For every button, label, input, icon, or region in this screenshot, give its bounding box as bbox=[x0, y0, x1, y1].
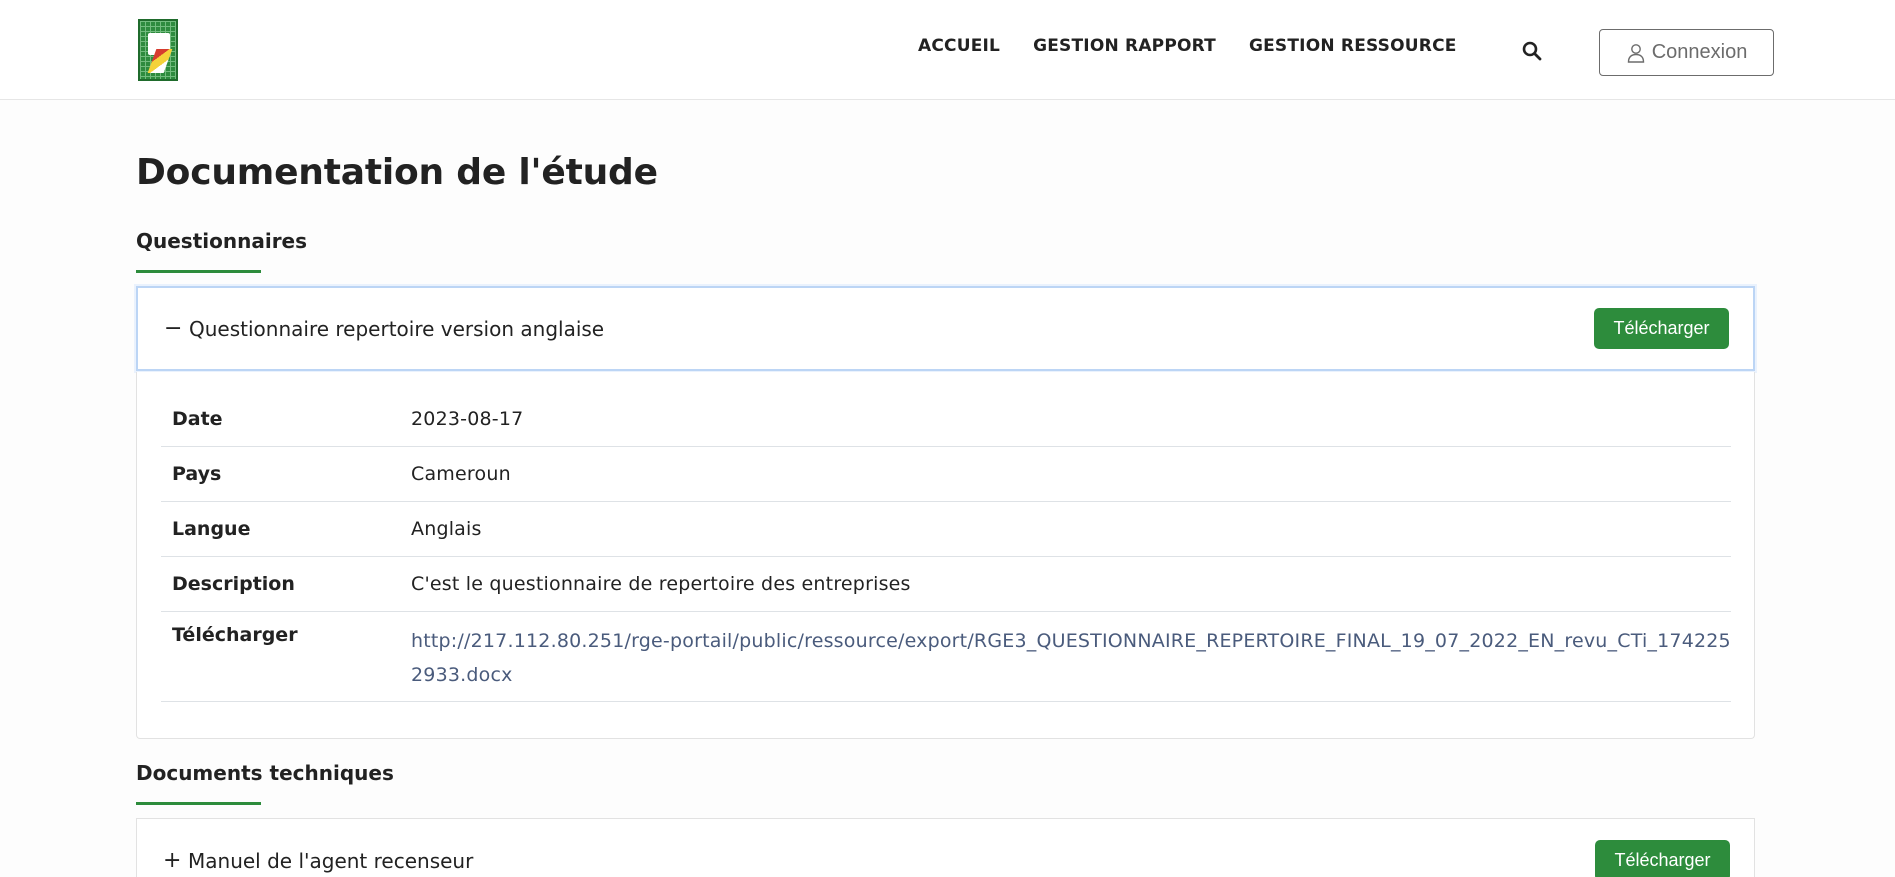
nav-accueil[interactable]: ACCUEIL bbox=[918, 36, 1000, 56]
site-logo[interactable] bbox=[138, 19, 178, 81]
collapse-icon: − bbox=[164, 316, 183, 341]
row-value: http://217.112.80.251/rge-portail/public… bbox=[411, 624, 1731, 692]
details-table: Date 2023-08-17 Pays Cameroun Langue Ang… bbox=[161, 392, 1731, 702]
table-row: Description C'est le questionnaire de re… bbox=[161, 557, 1731, 612]
accordion-title: Questionnaire repertoire version anglais… bbox=[189, 316, 605, 341]
row-value: C'est le questionnaire de repertoire des… bbox=[411, 573, 911, 595]
download-button[interactable]: Télécharger bbox=[1595, 840, 1730, 877]
section-title-documents: Documents techniques bbox=[136, 761, 394, 785]
page-title: Documentation de l'étude bbox=[136, 152, 658, 193]
table-row: Langue Anglais bbox=[161, 502, 1731, 557]
user-icon bbox=[1627, 43, 1644, 63]
section-title-questionnaires: Questionnaires bbox=[136, 229, 308, 253]
row-label: Télécharger bbox=[172, 624, 298, 646]
expand-icon: + bbox=[163, 848, 182, 873]
table-row: Pays Cameroun bbox=[161, 447, 1731, 502]
accordion-body-questionnaire: Date 2023-08-17 Pays Cameroun Langue Ang… bbox=[136, 372, 1755, 739]
row-label: Description bbox=[172, 573, 295, 595]
row-value: Anglais bbox=[411, 518, 482, 540]
section-underline bbox=[136, 802, 261, 805]
row-label: Langue bbox=[172, 518, 251, 540]
section-underline bbox=[136, 270, 261, 273]
nav-gestion-rapport[interactable]: GESTION RAPPORT bbox=[1033, 36, 1216, 56]
row-label: Date bbox=[172, 408, 223, 430]
accordion-header-questionnaire[interactable]: − Questionnaire repertoire version angla… bbox=[136, 286, 1755, 371]
download-button[interactable]: Télécharger bbox=[1594, 308, 1729, 349]
download-link[interactable]: http://217.112.80.251/rge-portail/public… bbox=[411, 630, 1731, 686]
accordion-title: Manuel de l'agent recenseur bbox=[188, 848, 474, 873]
row-label: Pays bbox=[172, 463, 222, 485]
table-row: Télécharger http://217.112.80.251/rge-po… bbox=[161, 612, 1731, 702]
top-navbar: ACCUEIL GESTION RAPPORT GESTION RESSOURC… bbox=[0, 0, 1895, 100]
search-icon[interactable] bbox=[1522, 41, 1542, 61]
login-label: Connexion bbox=[1651, 41, 1748, 63]
login-button[interactable]: Connexion bbox=[1599, 29, 1774, 76]
row-value: Cameroun bbox=[411, 463, 511, 485]
main-nav: ACCUEIL GESTION RAPPORT GESTION RESSOURC… bbox=[918, 36, 1457, 56]
row-value: 2023-08-17 bbox=[411, 408, 524, 430]
accordion-header-manuel[interactable]: + Manuel de l'agent recenseur Télécharge… bbox=[136, 818, 1755, 877]
nav-gestion-ressource[interactable]: GESTION RESSOURCE bbox=[1249, 36, 1457, 56]
table-row: Date 2023-08-17 bbox=[161, 392, 1731, 447]
